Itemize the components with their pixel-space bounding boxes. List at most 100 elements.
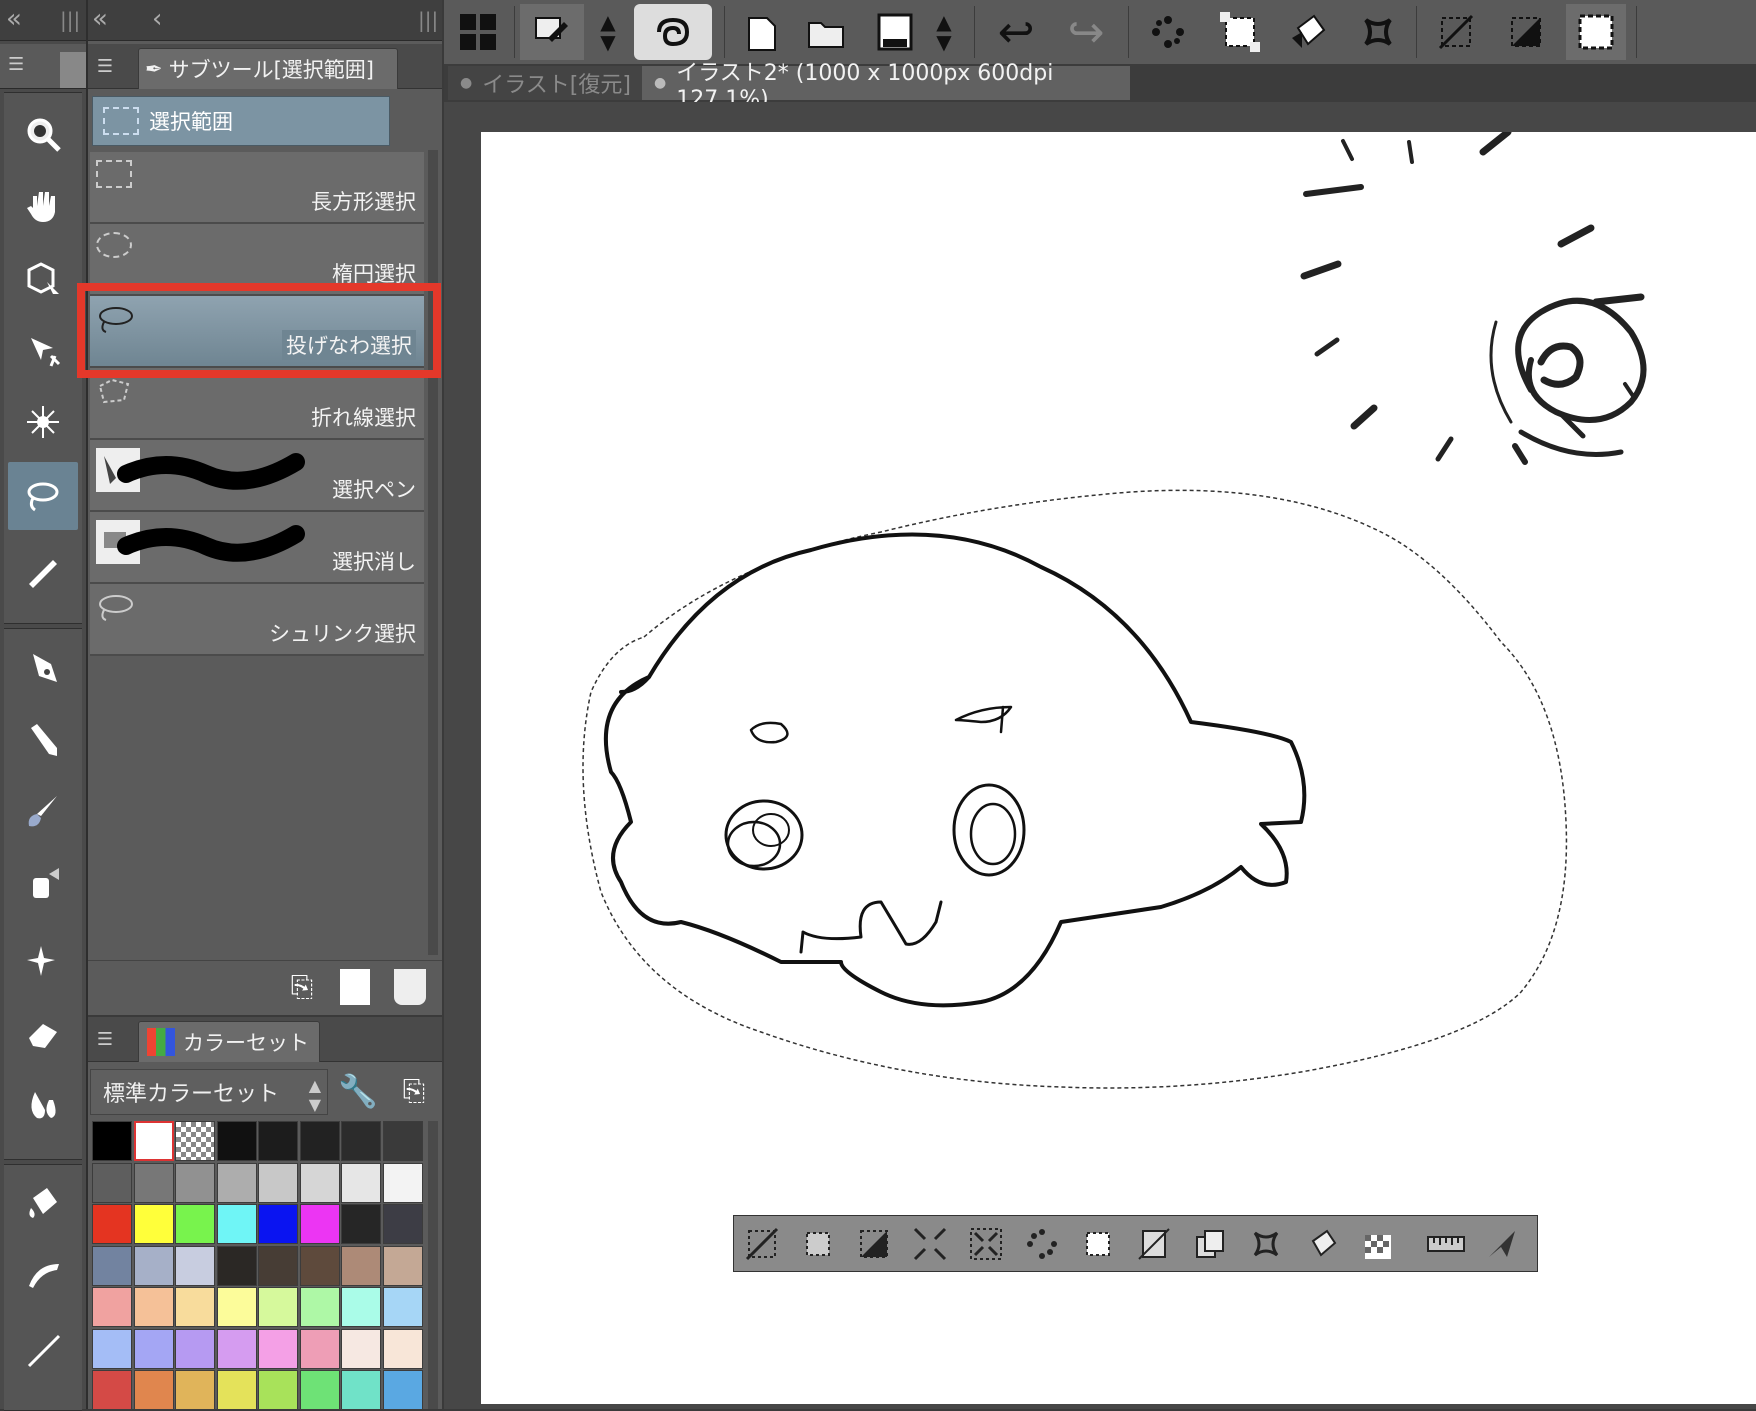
- transform-icon[interactable]: [1244, 1222, 1288, 1266]
- color-swatch[interactable]: [258, 1204, 298, 1244]
- subtool-item-selection-pen[interactable]: 選択ペン: [90, 440, 424, 512]
- hand-icon[interactable]: [8, 172, 78, 240]
- color-swatch[interactable]: [133, 1204, 174, 1244]
- magic-wand-icon[interactable]: [8, 388, 78, 456]
- color-swatch[interactable]: [299, 1328, 340, 1369]
- fill-bucket-icon[interactable]: [1280, 4, 1336, 60]
- tab-document-active[interactable]: ● イラスト2* (1000 x 1000px 600dpi 127.1%): [642, 61, 1130, 112]
- color-swatch[interactable]: [175, 1328, 215, 1369]
- color-swatch[interactable]: [258, 1245, 298, 1286]
- eraser-icon[interactable]: [8, 1000, 78, 1068]
- decoration-icon[interactable]: [8, 928, 78, 996]
- pen-icon[interactable]: [8, 634, 78, 702]
- open-file-icon[interactable]: [802, 4, 852, 60]
- select-frame-icon[interactable]: [796, 1222, 840, 1266]
- color-swatch[interactable]: [133, 1162, 174, 1203]
- color-swatch[interactable]: [216, 1370, 257, 1410]
- color-swatch[interactable]: [341, 1245, 381, 1286]
- color-swatch[interactable]: [216, 1245, 257, 1286]
- spin-arrows-icon[interactable]: ▲ ▼: [926, 4, 962, 60]
- new-subtool-icon[interactable]: [340, 969, 370, 1005]
- grip-icon[interactable]: |||: [60, 8, 80, 32]
- color-swatch[interactable]: [299, 1204, 340, 1244]
- lasso-tool-icon[interactable]: [8, 462, 78, 530]
- clipboard-icon[interactable]: ⎘: [394, 1069, 434, 1113]
- blend-icon[interactable]: [8, 1072, 78, 1140]
- color-swatch[interactable]: [382, 1121, 423, 1161]
- color-swatch[interactable]: [133, 1370, 174, 1410]
- mask-icon[interactable]: [1356, 1222, 1400, 1266]
- edit-icon[interactable]: [520, 4, 584, 60]
- color-swatch[interactable]: [299, 1245, 340, 1286]
- color-swatch[interactable]: [299, 1121, 340, 1161]
- color-swatch[interactable]: [216, 1204, 257, 1244]
- color-swatch[interactable]: [133, 1328, 174, 1369]
- color-set-select[interactable]: 標準カラーセット ▲ ▼: [90, 1069, 328, 1115]
- ruler-icon[interactable]: [1422, 1222, 1470, 1266]
- deselect-icon[interactable]: [1428, 4, 1484, 60]
- color-swatch[interactable]: [382, 1204, 423, 1244]
- trash-icon[interactable]: [394, 969, 426, 1005]
- color-swatch[interactable]: [92, 1245, 132, 1286]
- invert-selection-icon[interactable]: [852, 1222, 896, 1266]
- menu-icon[interactable]: ☰: [88, 44, 122, 88]
- color-swatch[interactable]: [216, 1328, 257, 1369]
- color-swatch[interactable]: [133, 1245, 174, 1286]
- subtool-group-button[interactable]: 選択範囲: [92, 96, 390, 146]
- tab-subtool-selection[interactable]: ✒ サブツール[選択範囲]: [138, 48, 398, 89]
- color-swatch[interactable]: [175, 1162, 215, 1203]
- color-swatch[interactable]: [382, 1328, 423, 1369]
- subtool-item-shrink[interactable]: シュリンク選択: [90, 584, 424, 656]
- expand-icon[interactable]: «: [92, 4, 108, 34]
- pen-tab-icon[interactable]: [60, 52, 86, 88]
- color-swatch[interactable]: [133, 1287, 174, 1327]
- color-swatch[interactable]: [92, 1121, 132, 1161]
- select-frame-icon[interactable]: [1076, 1222, 1120, 1266]
- line-icon[interactable]: [8, 1316, 78, 1384]
- deselect-icon[interactable]: [740, 1222, 784, 1266]
- invert-selection-icon[interactable]: [1498, 4, 1554, 60]
- color-swatch[interactable]: [341, 1162, 381, 1203]
- color-swatch[interactable]: [92, 1328, 132, 1369]
- color-set-scrollbar[interactable]: [428, 1121, 438, 1409]
- undo-icon[interactable]: ↩: [986, 4, 1046, 60]
- clear-icon[interactable]: [1132, 1222, 1176, 1266]
- color-swatch[interactable]: [216, 1162, 257, 1203]
- fill-bucket-icon[interactable]: [1300, 1222, 1344, 1266]
- fill-icon[interactable]: [8, 1170, 78, 1238]
- color-swatch[interactable]: [341, 1121, 381, 1161]
- arrow-icon[interactable]: [1480, 1222, 1524, 1266]
- color-swatch[interactable]: [133, 1121, 174, 1161]
- color-swatch[interactable]: [216, 1287, 257, 1327]
- menu-icon[interactable]: ☰: [8, 54, 24, 75]
- color-swatch[interactable]: [175, 1370, 215, 1410]
- color-swatch[interactable]: [258, 1370, 298, 1410]
- collapse-left-icon[interactable]: «: [6, 4, 22, 34]
- color-swatch[interactable]: [92, 1204, 132, 1244]
- color-swatch[interactable]: [382, 1162, 423, 1203]
- transform-icon[interactable]: [1350, 4, 1406, 60]
- wrench-icon[interactable]: 🔧: [336, 1069, 380, 1113]
- grip-icon[interactable]: |||: [418, 8, 438, 32]
- move-icon[interactable]: [8, 316, 78, 384]
- select-frame-icon[interactable]: [1212, 4, 1268, 60]
- pencil-icon[interactable]: [8, 706, 78, 774]
- copy-paste-icon[interactable]: [1188, 1222, 1232, 1266]
- color-swatch[interactable]: [341, 1204, 381, 1244]
- color-swatch[interactable]: [258, 1328, 298, 1369]
- color-swatch[interactable]: [175, 1121, 215, 1161]
- color-swatch[interactable]: [175, 1287, 215, 1327]
- shrink-selection-icon[interactable]: [964, 1222, 1008, 1266]
- color-swatch[interactable]: [341, 1328, 381, 1369]
- color-swatch[interactable]: [216, 1121, 257, 1161]
- zoom-icon[interactable]: [8, 100, 78, 168]
- color-swatch[interactable]: [92, 1370, 132, 1410]
- gradient-icon[interactable]: [8, 1242, 78, 1310]
- brush-icon[interactable]: [8, 778, 78, 846]
- clipboard-icon[interactable]: ⎘: [284, 967, 320, 1007]
- spin-arrows-icon[interactable]: ▲ ▼: [590, 4, 626, 60]
- drawing-canvas[interactable]: [481, 128, 1756, 1404]
- color-swatch[interactable]: [258, 1287, 298, 1327]
- color-swatch[interactable]: [175, 1204, 215, 1244]
- tab-document-restored[interactable]: ● イラスト[復元]: [448, 66, 650, 100]
